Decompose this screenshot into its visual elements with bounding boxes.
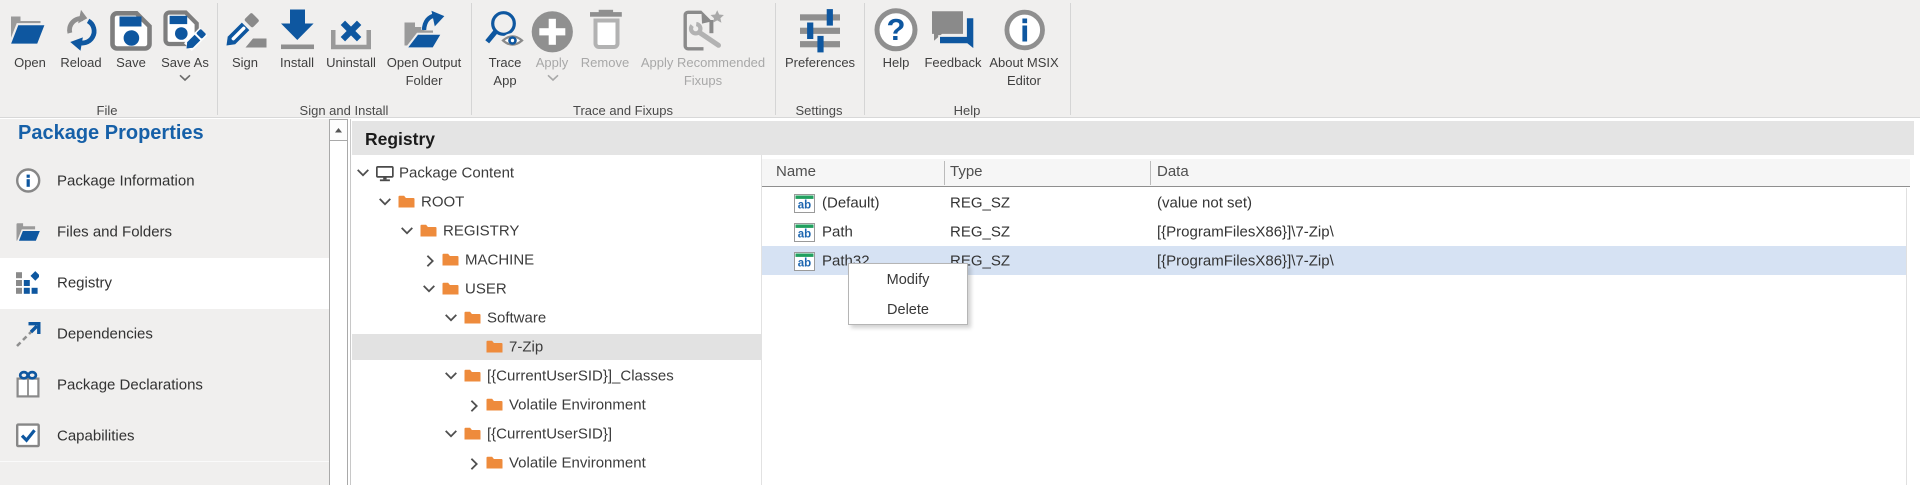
svg-text:?: ? (887, 12, 906, 47)
svg-text:ab: ab (798, 228, 811, 240)
svg-text:ab: ab (798, 257, 811, 269)
svg-text:ab: ab (798, 199, 811, 211)
